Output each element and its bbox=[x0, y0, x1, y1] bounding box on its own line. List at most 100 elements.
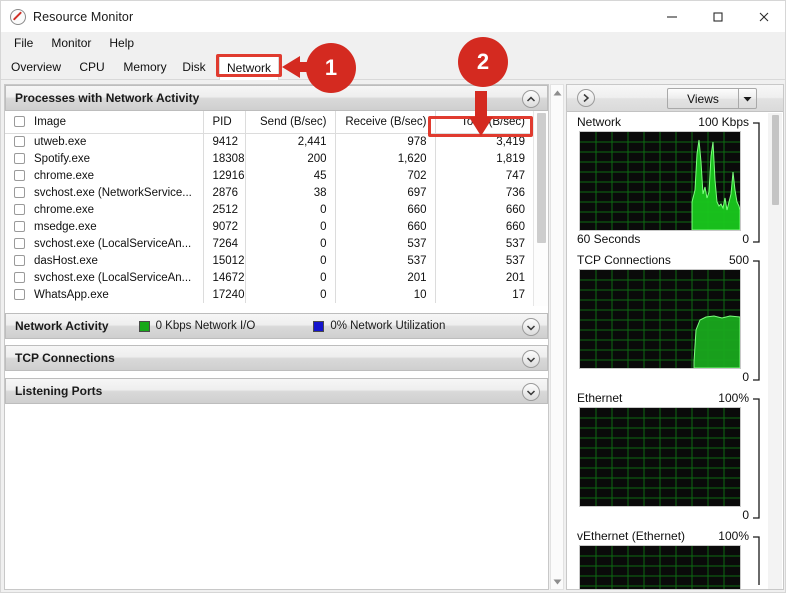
scroll-up-arrow-icon[interactable] bbox=[551, 86, 563, 99]
graph-ethernet-min: 0 bbox=[742, 508, 749, 522]
graph-tcp-title: TCP Connections bbox=[577, 253, 671, 267]
table-row[interactable]: msedge.exe 9072 0 660 660 bbox=[5, 218, 533, 235]
processes-table-scrollbar[interactable] bbox=[533, 111, 548, 306]
chevron-right-icon[interactable] bbox=[577, 89, 595, 107]
tab-overview[interactable]: Overview bbox=[6, 55, 66, 78]
network-activity-section[interactable]: Network Activity 0 Kbps Network I/O 0% N… bbox=[5, 313, 548, 339]
views-button[interactable]: Views bbox=[667, 88, 757, 109]
table-row[interactable]: Spotify.exe 18308 200 1,620 1,819 bbox=[5, 150, 533, 167]
chevron-down-icon[interactable] bbox=[522, 383, 540, 401]
cell-image: dasHost.exe bbox=[34, 254, 98, 267]
network-activity-title: Network Activity bbox=[15, 319, 109, 333]
cell-pid: 7264 bbox=[203, 235, 246, 252]
table-row[interactable]: WhatsApp.exe 17240 0 10 17 bbox=[5, 286, 533, 303]
cell-total: 537 bbox=[505, 237, 525, 250]
graph-ethernet-title: Ethernet bbox=[577, 391, 623, 405]
maximize-button[interactable] bbox=[695, 1, 741, 32]
cell-pid: 12916 bbox=[203, 167, 246, 184]
caret-down-icon[interactable] bbox=[738, 89, 756, 108]
graphs-pane-scroll-thumb[interactable] bbox=[772, 115, 779, 205]
cell-total: 660 bbox=[505, 220, 525, 233]
left-pane-scrollbar[interactable] bbox=[550, 84, 564, 590]
cell-total: 537 bbox=[505, 254, 525, 267]
tcp-connections-header[interactable]: TCP Connections bbox=[5, 345, 548, 371]
cell-receive: 201 bbox=[335, 269, 436, 286]
listening-ports-header[interactable]: Listening Ports bbox=[5, 378, 548, 404]
graph-network-xlabel: 60 Seconds bbox=[577, 232, 641, 246]
row-checkbox[interactable] bbox=[14, 170, 25, 181]
menu-help[interactable]: Help bbox=[101, 34, 142, 52]
table-row[interactable]: svchost.exe (LocalServiceAn... 7264 0 53… bbox=[5, 235, 533, 252]
row-checkbox[interactable] bbox=[14, 221, 25, 232]
row-checkbox[interactable] bbox=[14, 272, 25, 283]
table-row[interactable]: chrome.exe 12916 45 702 747 bbox=[5, 167, 533, 184]
network-io-label: 0 Kbps Network I/O bbox=[155, 320, 256, 332]
tab-disk[interactable]: Disk bbox=[175, 55, 213, 78]
cell-total: 201 bbox=[505, 271, 525, 284]
table-row[interactable]: chrome.exe 2512 0 660 660 bbox=[5, 201, 533, 218]
network-activity-header[interactable]: Network Activity 0 Kbps Network I/O 0% N… bbox=[5, 313, 548, 339]
row-checkbox[interactable] bbox=[14, 289, 25, 300]
listening-ports-section[interactable]: Listening Ports bbox=[5, 378, 548, 404]
cell-image: msedge.exe bbox=[34, 220, 97, 233]
cell-receive: 660 bbox=[335, 218, 436, 235]
graph-tcp-max: 500 bbox=[728, 253, 749, 267]
cell-send: 200 bbox=[245, 150, 336, 167]
network-utilization-label: 0% Network Utilization bbox=[330, 320, 446, 332]
menu-bar: File Monitor Help bbox=[1, 32, 785, 53]
close-button[interactable] bbox=[741, 1, 785, 32]
network-io-swatch bbox=[138, 320, 150, 332]
graphs-pane-scrollbar[interactable] bbox=[768, 113, 782, 589]
cell-send: 0 bbox=[245, 252, 336, 269]
graph-tcp-min: 0 bbox=[742, 370, 749, 384]
graph-network: Network 100 Kbps 60 Seconds 0 bbox=[567, 112, 767, 250]
annotation-badge-2: 2 bbox=[458, 37, 508, 87]
column-header-send[interactable]: Send (B/sec) bbox=[245, 111, 336, 134]
column-header-pid[interactable]: PID bbox=[203, 111, 246, 134]
menu-monitor[interactable]: Monitor bbox=[43, 34, 99, 52]
cell-total: 747 bbox=[505, 169, 525, 182]
menu-file[interactable]: File bbox=[6, 34, 41, 52]
cell-pid: 17240 bbox=[203, 286, 246, 303]
cell-receive: 10 bbox=[335, 286, 436, 303]
row-checkbox[interactable] bbox=[14, 238, 25, 249]
scroll-down-arrow-icon[interactable] bbox=[551, 575, 563, 588]
cell-send: 0 bbox=[245, 269, 336, 286]
processes-section-title: Processes with Network Activity bbox=[15, 91, 200, 105]
row-checkbox[interactable] bbox=[14, 136, 25, 148]
chevron-up-icon[interactable] bbox=[522, 90, 540, 108]
tab-memory[interactable]: Memory bbox=[117, 55, 173, 78]
network-utilization-swatch bbox=[313, 320, 325, 332]
cell-image: Spotify.exe bbox=[34, 152, 91, 165]
graphs-toolbar: Views bbox=[567, 85, 783, 112]
tcp-connections-section[interactable]: TCP Connections bbox=[5, 345, 548, 371]
select-all-checkbox[interactable] bbox=[14, 116, 25, 128]
cell-send: 0 bbox=[245, 218, 336, 235]
column-header-image-label: Image bbox=[34, 115, 66, 128]
window-controls bbox=[649, 1, 785, 32]
row-checkbox[interactable] bbox=[14, 255, 25, 266]
table-row[interactable]: dasHost.exe 15012 0 537 537 bbox=[5, 252, 533, 269]
tab-cpu[interactable]: CPU bbox=[71, 55, 113, 78]
processes-table-scroll-thumb[interactable] bbox=[537, 113, 546, 243]
cell-pid: 9412 bbox=[203, 133, 246, 150]
minimize-button[interactable] bbox=[649, 1, 695, 32]
chevron-down-icon[interactable] bbox=[522, 350, 540, 368]
row-checkbox[interactable] bbox=[14, 153, 25, 164]
column-header-image[interactable]: Image bbox=[5, 111, 204, 134]
cell-receive: 1,620 bbox=[335, 150, 436, 167]
table-row[interactable]: svchost.exe (LocalServiceAn... 14672 0 2… bbox=[5, 269, 533, 286]
graph-ethernet: Ethernet 100% 0 bbox=[567, 388, 767, 526]
chevron-down-icon[interactable] bbox=[522, 318, 540, 336]
cell-pid: 2876 bbox=[203, 184, 246, 201]
cell-image: WhatsApp.exe bbox=[34, 288, 109, 301]
cell-image: chrome.exe bbox=[34, 169, 95, 182]
row-checkbox[interactable] bbox=[14, 187, 25, 198]
cell-receive: 537 bbox=[335, 235, 436, 252]
column-header-receive[interactable]: Receive (B/sec) bbox=[335, 111, 436, 134]
table-row[interactable]: svchost.exe (NetworkService... 2876 38 6… bbox=[5, 184, 533, 201]
cell-image: svchost.exe (LocalServiceAn... bbox=[34, 237, 192, 250]
views-button-label: Views bbox=[687, 91, 719, 106]
cell-receive: 978 bbox=[335, 133, 436, 150]
row-checkbox[interactable] bbox=[14, 204, 25, 215]
